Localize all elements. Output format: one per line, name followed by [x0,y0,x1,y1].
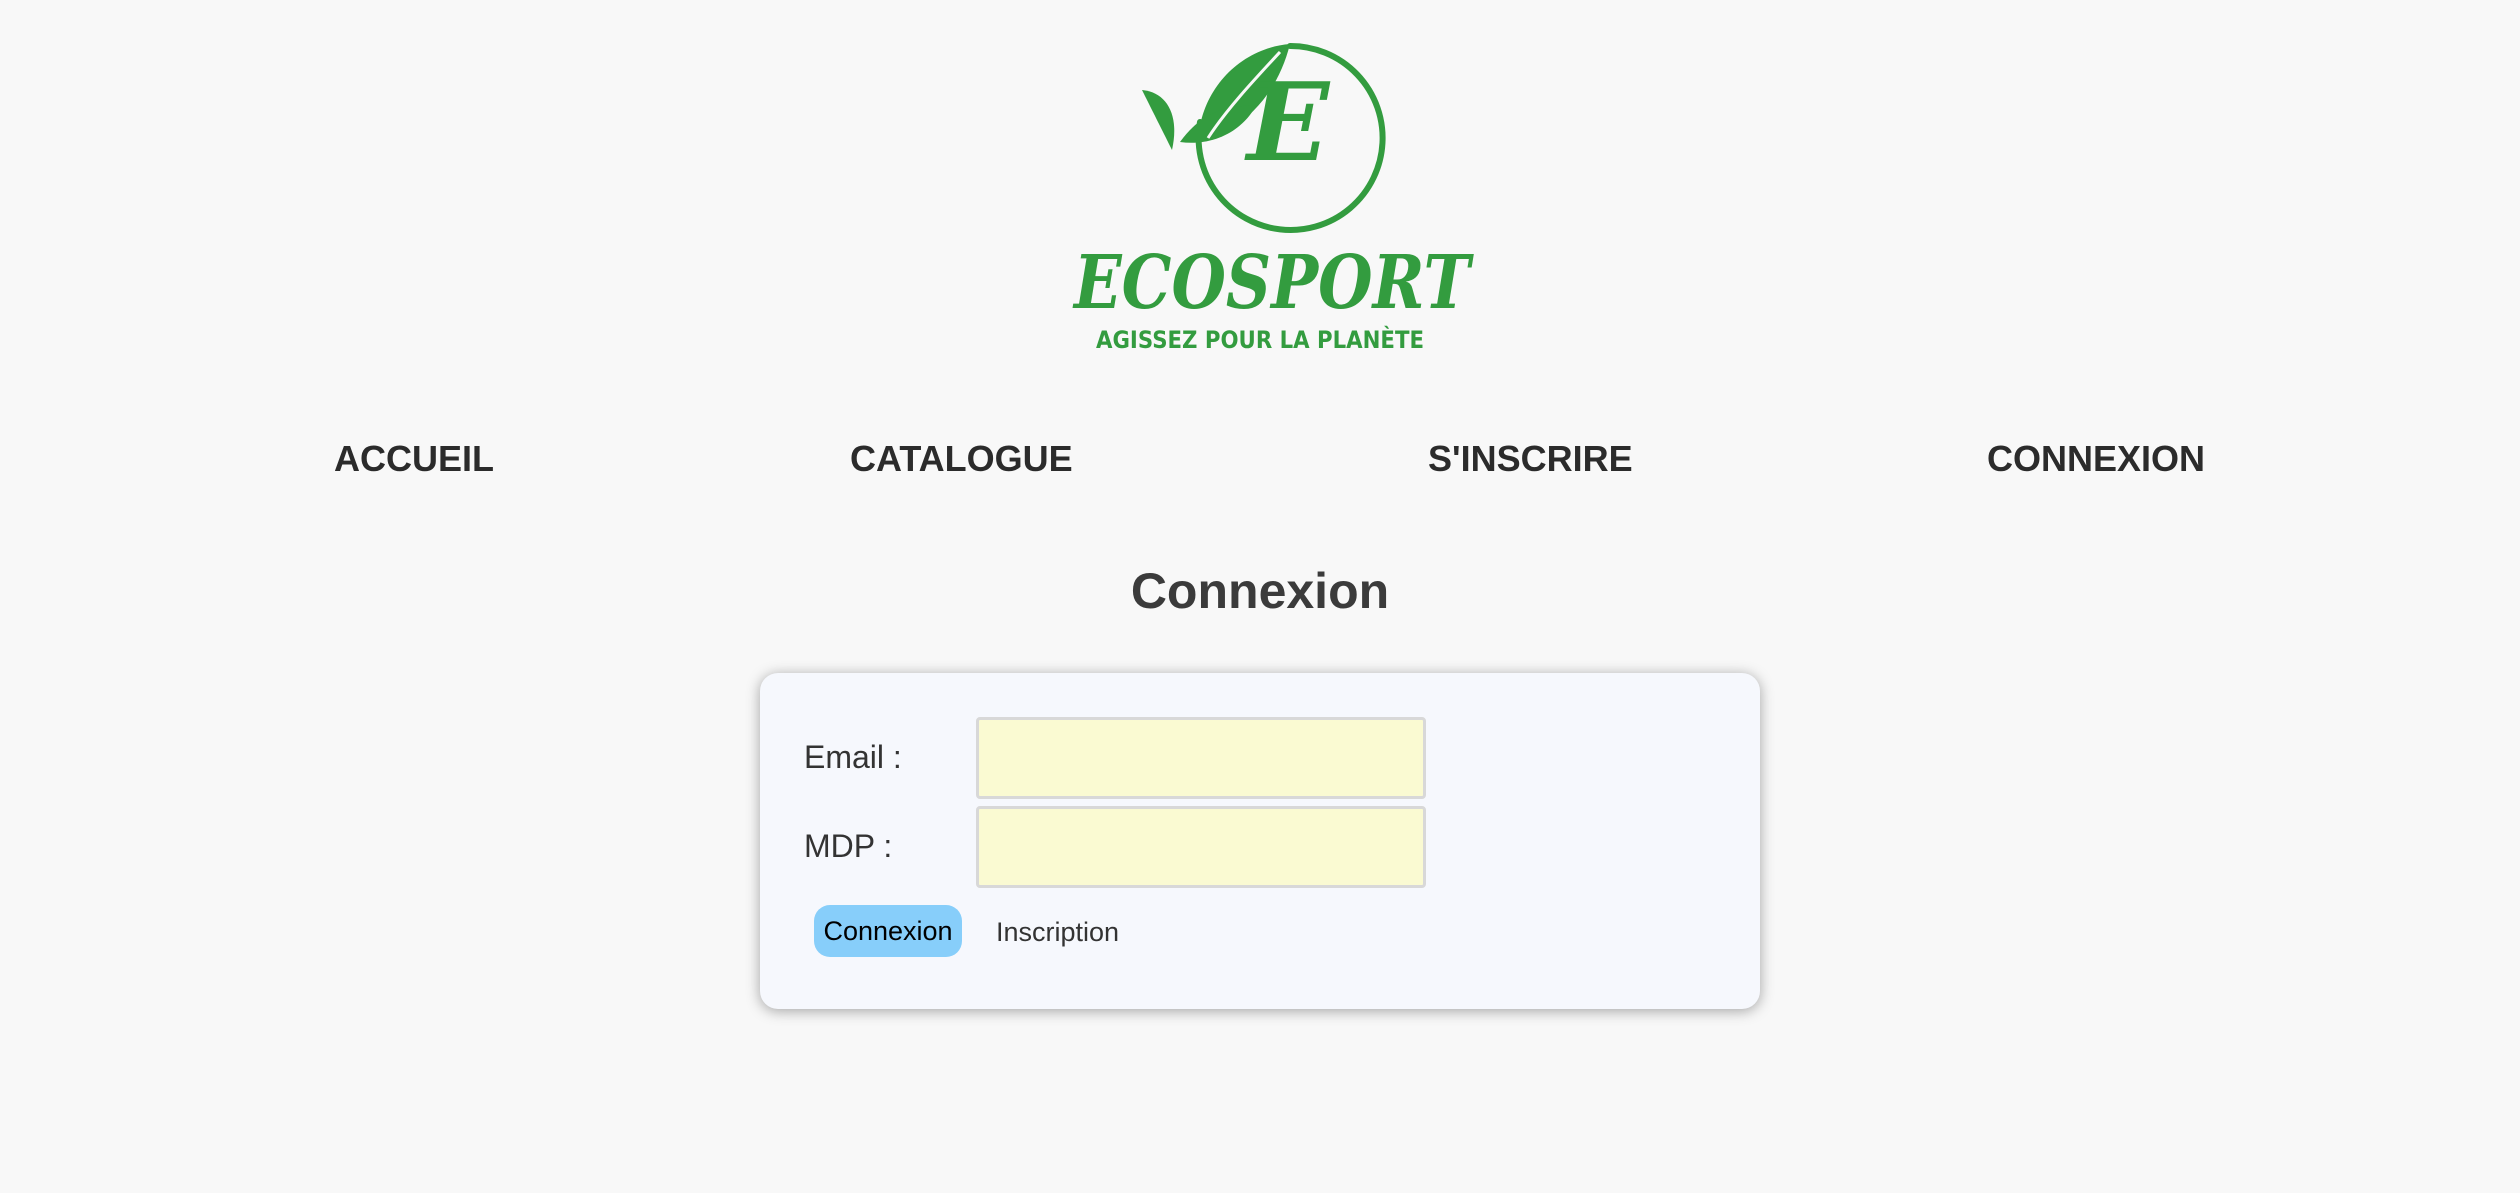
ecosport-logo[interactable]: E ECOSPORT AGISSEZ POUR LA PLANÈTE [1050,30,1490,360]
inscription-link[interactable]: Inscription [996,917,1119,948]
logo-brand-name: ECOSPORT [1072,240,1474,326]
nav-item-connexion[interactable]: CONNEXION [1987,438,2205,480]
logo-letter: E [1244,60,1331,186]
password-field[interactable] [976,806,1426,888]
nav-item-accueil[interactable]: ACCUEIL [334,438,494,480]
login-form: Email : MDP : Connexion Inscription [760,673,1760,1009]
email-label: Email : [804,739,902,775]
connexion-button[interactable]: Connexion [814,905,962,957]
email-field[interactable] [976,717,1426,799]
logo-tagline: AGISSEZ POUR LA PLANÈTE [1096,325,1424,354]
password-label: MDP : [804,828,893,864]
page-title: Connexion [1130,563,1390,619]
main-nav: ACCUEIL CATALOGUE S'INSCRIRE CONNEXION [0,438,2520,498]
nav-item-sinscrire[interactable]: S'INSCRIRE [1428,438,1633,480]
nav-item-catalogue[interactable]: CATALOGUE [850,438,1073,480]
